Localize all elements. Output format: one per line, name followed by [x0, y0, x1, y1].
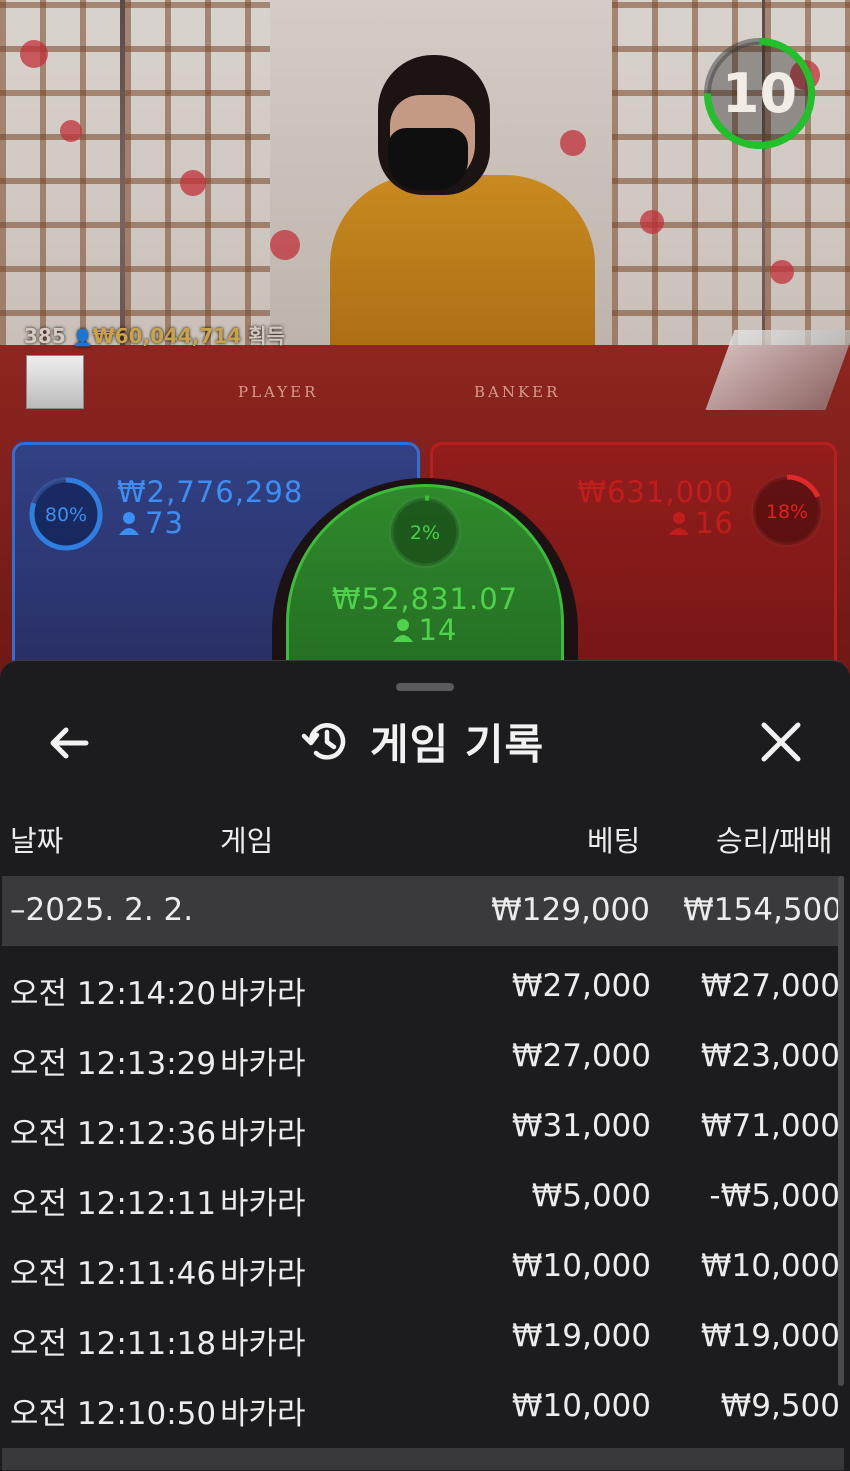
row-bet: ₩10,000: [511, 1248, 651, 1284]
lattice-screen-left: [0, 0, 120, 360]
row-game: 바카라: [220, 1256, 306, 1292]
total-won-label: 획득: [248, 324, 286, 348]
row-game: 바카라: [220, 1116, 306, 1152]
row-game: 바카라: [220, 976, 306, 1012]
row-result: -₩5,000: [709, 1178, 840, 1214]
blossom-decor: [560, 130, 586, 156]
row-game: 바카라: [220, 1326, 306, 1362]
group-result-total: ₩154,500: [683, 892, 842, 928]
tie-bettor-count: 14: [272, 613, 578, 649]
group-bet-total: ₩129,000: [491, 892, 650, 928]
drag-handle[interactable]: [396, 683, 454, 691]
viewer-count: 385: [24, 324, 66, 348]
banker-percent: 18%: [766, 501, 808, 523]
row-bet: ₩10,000: [511, 1388, 651, 1424]
banker-bettor-count: 16: [669, 506, 734, 542]
table-label-banker: BANKER: [474, 383, 561, 401]
row-bet: ₩5,000: [531, 1178, 651, 1214]
table-row[interactable]: 오전 12:11:46 바카라 ₩10,000 ₩10,000: [0, 1232, 845, 1302]
person-icon: [392, 615, 413, 649]
row-game: 바카라: [220, 1186, 306, 1222]
table-row[interactable]: 오전 12:12:36 바카라 ₩31,000 ₩71,000: [0, 1092, 845, 1162]
group-date: –2025. 2. 2.: [10, 892, 194, 928]
history-icon: [301, 723, 346, 760]
close-button[interactable]: [756, 717, 806, 767]
banker-bet-amount: ₩631,000: [577, 475, 734, 509]
blossom-decor: [640, 210, 664, 234]
row-bet: ₩27,000: [511, 1038, 651, 1074]
blossom-decor: [60, 120, 82, 142]
row-result: ₩27,000: [700, 968, 840, 1004]
row-time: 오전 12:11:18: [10, 1326, 217, 1362]
dealer-mask: [388, 128, 468, 190]
banker-percent-ring: 18%: [750, 474, 824, 548]
total-won-amount: ₩60,044,714: [92, 324, 242, 348]
player-percent-ring: 80%: [29, 477, 103, 551]
tie-percent: 2%: [410, 522, 440, 544]
back-button[interactable]: [46, 719, 94, 767]
player-bettor-count: 73: [119, 506, 184, 542]
table-label-player: PLAYER: [238, 383, 319, 401]
row-game: 바카라: [220, 1046, 306, 1082]
row-result: ₩9,500: [720, 1388, 840, 1424]
column-header-date: 날짜: [10, 824, 64, 858]
table-row[interactable]: 오전 12:11:18 바카라 ₩19,000 ₩19,000: [0, 1302, 845, 1372]
row-bet: ₩27,000: [511, 968, 651, 1004]
person-icon: [669, 508, 690, 542]
tie-percent-ring: 2%: [388, 495, 462, 569]
blossom-decor: [180, 170, 206, 196]
row-result: ₩10,000: [700, 1248, 840, 1284]
row-bet: ₩31,000: [511, 1108, 651, 1144]
row-time: 오전 12:14:20: [10, 976, 217, 1012]
player-bet-amount: ₩2,776,298: [117, 475, 304, 509]
row-result: ₩23,000: [700, 1038, 840, 1074]
blossom-decor: [20, 40, 48, 68]
column-header-bet: 베팅: [587, 824, 641, 858]
row-game: 바카라: [220, 1396, 306, 1432]
next-date-group-row[interactable]: [2, 1448, 844, 1470]
blossom-decor: [770, 260, 794, 284]
table-row[interactable]: 오전 12:14:20 바카라 ₩27,000 ₩27,000: [0, 952, 845, 1022]
table-row[interactable]: 오전 12:13:29 바카라 ₩27,000 ₩23,000: [0, 1022, 845, 1092]
player-percent: 80%: [45, 504, 87, 526]
row-time: 오전 12:10:50: [10, 1396, 217, 1432]
tie-bet-amount: ₩52,831.07: [331, 582, 519, 616]
person-icon: 👤: [72, 328, 93, 347]
row-bet: ₩19,000: [511, 1318, 651, 1354]
person-icon: [119, 508, 139, 542]
countdown-timer: 10: [702, 36, 817, 151]
table-row[interactable]: 오전 12:10:50 바카라 ₩10,000 ₩9,500: [0, 1372, 845, 1442]
row-result: ₩71,000: [700, 1108, 840, 1144]
card-stack: [26, 355, 84, 409]
column-header-game: 게임: [220, 824, 274, 858]
arrow-left-icon: [50, 727, 89, 759]
timer-seconds: 10: [721, 62, 798, 125]
column-header-result: 승리/패배: [716, 824, 833, 858]
sheet-title: 게임 기록: [370, 719, 545, 769]
date-group-row[interactable]: –2025. 2. 2. ₩129,000 ₩154,500: [2, 876, 844, 946]
table-stats: 385 👤₩60,044,714 획득: [24, 320, 285, 349]
blossom-decor: [270, 230, 300, 260]
row-time: 오전 12:12:11: [10, 1186, 217, 1222]
row-time: 오전 12:11:46: [10, 1256, 217, 1292]
table-row[interactable]: 오전 12:12:11 바카라 ₩5,000 -₩5,000: [0, 1162, 845, 1232]
scrollbar[interactable]: [838, 876, 844, 1386]
sheet-header: 게임 기록: [300, 713, 544, 769]
row-result: ₩19,000: [700, 1318, 840, 1354]
close-icon: [761, 722, 801, 762]
row-time: 오전 12:13:29: [10, 1046, 217, 1082]
row-time: 오전 12:12:36: [10, 1116, 217, 1152]
